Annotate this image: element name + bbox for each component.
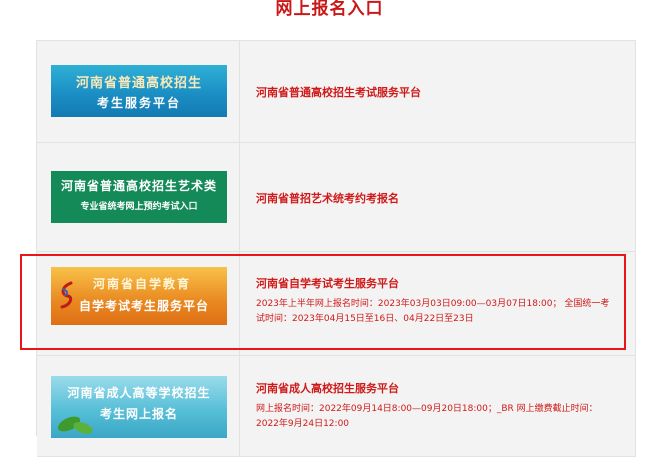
entry-logo-cell: 河南省普通高校招生艺术类 专业省统考网上预约考试入口 <box>37 143 240 251</box>
chengren-platform-link[interactable]: 河南省成人高校招生服务平台 <box>256 380 399 396</box>
entry-info-cell: 河南省普招艺术统考约考报名 <box>240 143 636 251</box>
highlight-box <box>20 254 626 350</box>
art-exam-booking-link[interactable]: 河南省普招艺术统考约考报名 <box>256 190 399 206</box>
entry-info-cell: 河南省成人高校招生服务平台 网上报名时间：2022年09月14日8:00—09月… <box>240 356 636 456</box>
chengren-schedule-text: 网上报名时间：2022年09月14日8:00—09月20日18:00；_BR 网… <box>256 404 598 429</box>
pugao-banner-logo[interactable]: 河南省普通高校招生 考生服务平台 <box>51 65 227 117</box>
entry-row-art: 河南省普通高校招生艺术类 专业省统考网上预约考试入口 河南省普招艺术统考约考报名 <box>37 143 636 252</box>
entry-row-chengren: 河南省成人高等学校招生 考生网上报名 河南省成人高校招生服务平台 网上报名时间：… <box>37 356 636 457</box>
logo-line2: 专业省统考网上预约考试入口 <box>80 202 198 212</box>
logo-line1: 河南省成人高等学校招生 <box>67 386 211 400</box>
entry-info-cell: 河南省普通高校招生考试服务平台 <box>240 41 636 142</box>
art-exam-banner-logo[interactable]: 河南省普通高校招生艺术类 专业省统考网上预约考试入口 <box>51 171 227 223</box>
pugao-platform-link[interactable]: 河南省普通高校招生考试服务平台 <box>256 84 421 100</box>
logo-line1: 河南省普通高校招生 <box>75 76 202 91</box>
entry-logo-cell: 河南省成人高等学校招生 考生网上报名 <box>37 356 240 456</box>
logo-line2: 考生服务平台 <box>96 96 181 110</box>
page-title: 网上报名入口 <box>275 0 384 19</box>
logo-line1: 河南省普通高校招生艺术类 <box>60 179 217 193</box>
entry-logo-cell: 河南省普通高校招生 考生服务平台 <box>37 41 240 142</box>
entry-row-pugao: 河南省普通高校招生 考生服务平台 河南省普通高校招生考试服务平台 <box>37 41 636 143</box>
registration-entry-table: 河南省普通高校招生 考生服务平台 河南省普通高校招生考试服务平台 河南省普通高校… <box>36 40 636 457</box>
green-leaf-icon <box>57 416 93 434</box>
